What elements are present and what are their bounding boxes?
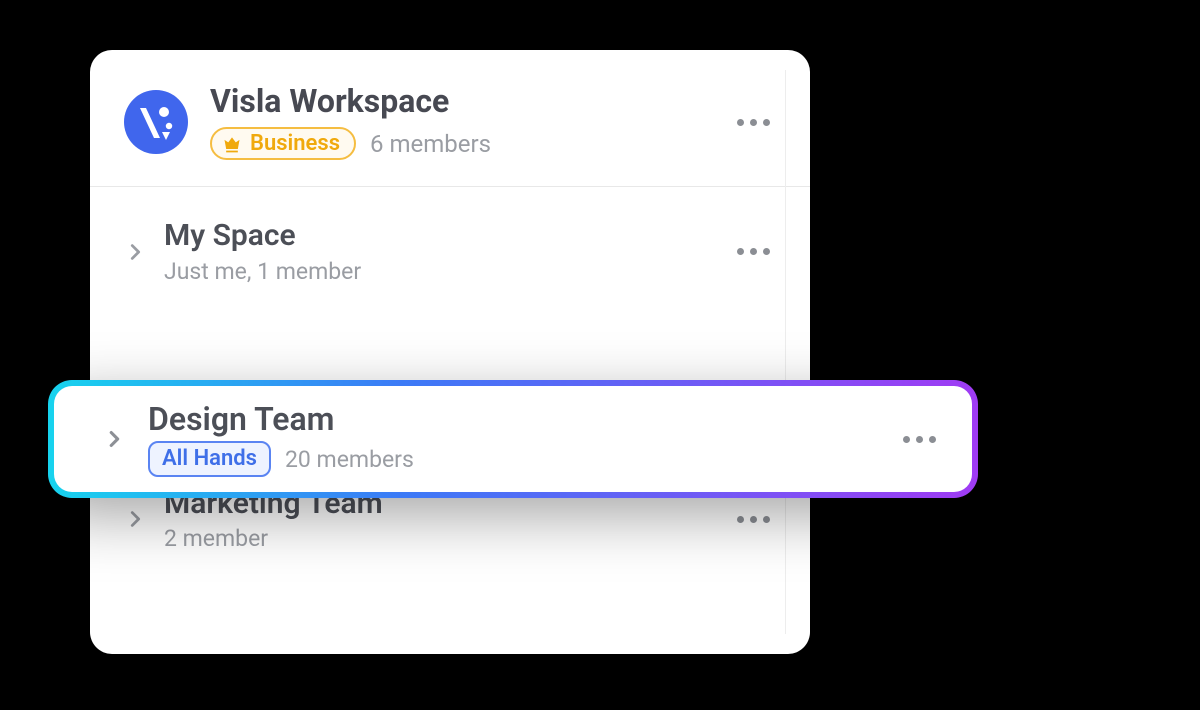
chevron-right-icon[interactable] bbox=[88, 428, 140, 450]
scrollbar[interactable] bbox=[785, 70, 810, 634]
item-more-button[interactable] bbox=[731, 510, 776, 529]
crown-icon bbox=[222, 134, 242, 154]
workspace-members: 6 members bbox=[370, 130, 491, 158]
space-members: 20 members bbox=[285, 446, 414, 473]
space-title: My Space bbox=[164, 219, 731, 254]
plan-label: Business bbox=[250, 131, 340, 156]
chevron-right-icon[interactable] bbox=[114, 241, 156, 263]
spaces-list: My Space Just me, 1 member Marketing Tea… bbox=[90, 187, 810, 578]
list-item[interactable]: Design Team All Hands 20 members bbox=[54, 386, 972, 492]
space-subtitle: 2 member bbox=[164, 525, 731, 552]
workspace-panel: Visla Workspace Business 6 members bbox=[90, 50, 810, 654]
chevron-right-icon[interactable] bbox=[114, 508, 156, 530]
plan-badge: Business bbox=[210, 127, 356, 160]
workspace-more-button[interactable] bbox=[731, 113, 776, 132]
all-hands-tag: All Hands bbox=[148, 441, 271, 477]
item-more-button[interactable] bbox=[731, 242, 776, 261]
item-more-button[interactable] bbox=[897, 430, 942, 449]
space-title: Design Team bbox=[148, 401, 897, 438]
workspace-logo-icon bbox=[124, 90, 188, 154]
list-item[interactable]: My Space Just me, 1 member bbox=[90, 193, 810, 311]
highlighted-space-card: Design Team All Hands 20 members bbox=[48, 380, 978, 498]
workspace-header: Visla Workspace Business 6 members bbox=[90, 50, 810, 187]
workspace-name: Visla Workspace bbox=[210, 84, 731, 119]
space-subtitle: Just me, 1 member bbox=[164, 258, 731, 285]
